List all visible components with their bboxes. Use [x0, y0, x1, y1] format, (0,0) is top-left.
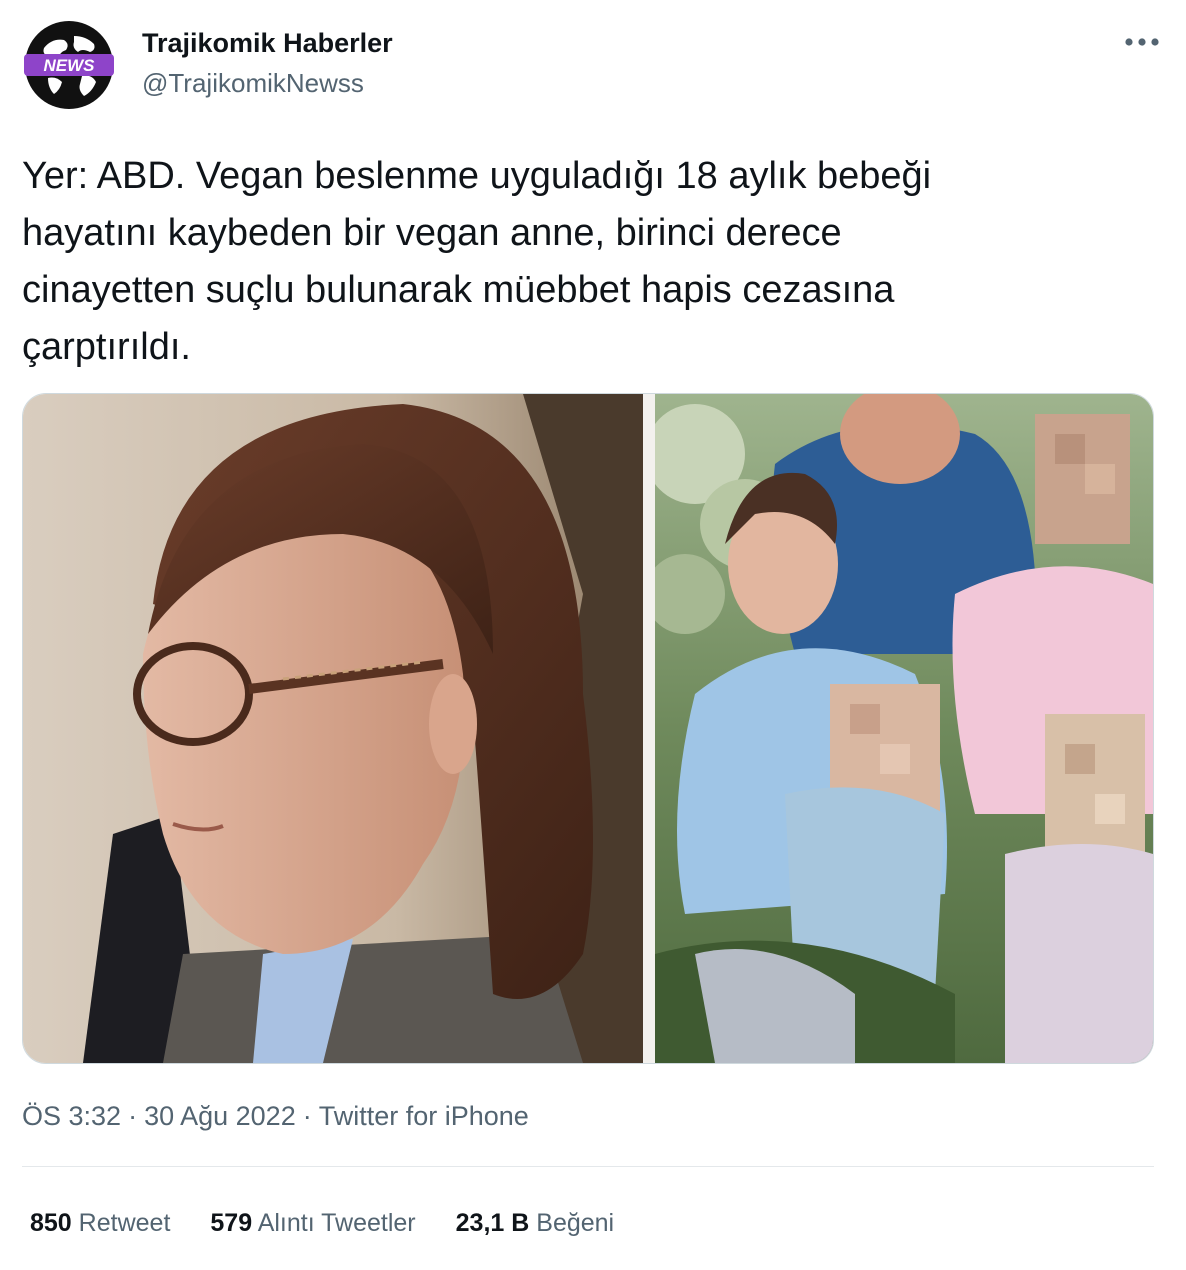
likes-count: 23,1 B [455, 1209, 530, 1237]
tweet-header: NEWS Trajikomik Haberler @TrajikomikNews… [22, 18, 1162, 114]
meta-separator: · [302, 1101, 312, 1131]
retweets-stat[interactable]: 850 Retweet [30, 1205, 170, 1241]
more-options-button[interactable] [1122, 22, 1162, 62]
meta-separator: · [128, 1101, 138, 1131]
likes-stat[interactable]: 23,1 B Beğeni [456, 1205, 614, 1241]
quotes-label: Alıntı Tweetler [257, 1209, 416, 1237]
likes-label: Beğeni [536, 1209, 615, 1237]
media-photo-left[interactable] [23, 394, 643, 1063]
tweet-container: NEWS Trajikomik Haberler @TrajikomikNews… [0, 0, 1186, 1270]
avatar[interactable]: NEWS [22, 18, 116, 112]
retweets-label: Retweet [78, 1209, 171, 1237]
author-handle[interactable]: @TrajikomikNewss [142, 66, 393, 100]
media-divider [643, 394, 655, 1063]
divider [22, 1166, 1154, 1167]
tweet-source[interactable]: Twitter for iPhone [319, 1101, 529, 1131]
tweet-stats: 850 Retweet 579 Alıntı Tweetler 23,1 B B… [30, 1205, 654, 1241]
more-horizontal-icon [1125, 38, 1159, 46]
tweet-media[interactable] [22, 393, 1154, 1064]
retweets-count: 850 [30, 1209, 72, 1237]
author-display-name[interactable]: Trajikomik Haberler [142, 26, 393, 60]
tweet-text: Yer: ABD. Vegan beslenme uyguladığı 18 a… [22, 155, 932, 368]
tweet-metadata: ÖS 3:32 · 30 Ağu 2022 · Twitter for iPhone [22, 1097, 529, 1135]
tweet-date[interactable]: 30 Ağu 2022 [144, 1101, 296, 1131]
quotes-stat[interactable]: 579 Alıntı Tweetler [210, 1205, 415, 1241]
media-photo-right[interactable] [655, 394, 1153, 1063]
avatar-badge-text: NEWS [44, 56, 96, 75]
tweet-time[interactable]: ÖS 3:32 [22, 1101, 121, 1131]
quotes-count: 579 [210, 1209, 253, 1237]
author-names: Trajikomik Haberler @TrajikomikNewss [142, 26, 393, 100]
